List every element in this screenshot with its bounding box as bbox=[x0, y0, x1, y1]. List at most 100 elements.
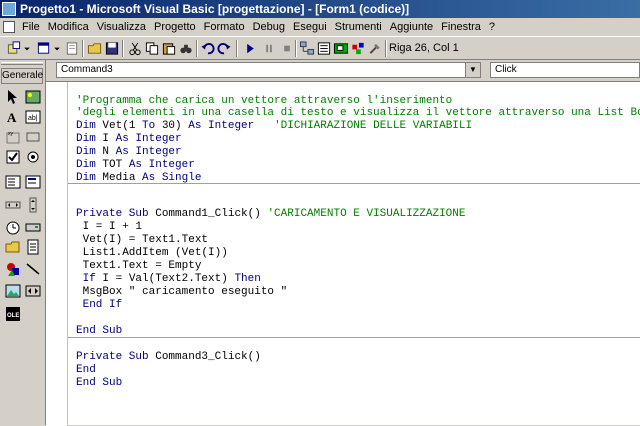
toolbar-separator bbox=[122, 40, 124, 57]
add-project-icon[interactable] bbox=[6, 41, 22, 56]
svg-text:A: A bbox=[7, 110, 17, 125]
toolbox-icon[interactable] bbox=[367, 41, 383, 56]
menu-bar: File Modifica Visualizza Progetto Format… bbox=[0, 18, 640, 36]
menu-esegui[interactable]: Esegui bbox=[289, 18, 331, 36]
toolbar-separator bbox=[295, 40, 297, 57]
textbox-icon[interactable]: ab| bbox=[25, 109, 41, 125]
code-window: Command3 ▼ Click 'Programma che carica u… bbox=[46, 60, 640, 426]
code-window-icon[interactable] bbox=[3, 21, 15, 33]
code-line[interactable]: 'degli elementi in una casella di testo … bbox=[76, 107, 640, 119]
menu-finestra[interactable]: Finestra bbox=[437, 18, 485, 36]
code-line[interactable]: Text1.Text = Empty bbox=[76, 260, 202, 272]
pointer-icon[interactable] bbox=[5, 89, 21, 105]
shape-icon[interactable] bbox=[5, 261, 21, 277]
properties-window-icon[interactable] bbox=[316, 41, 332, 56]
menu-formato[interactable]: Formato bbox=[200, 18, 249, 36]
menu-editor-icon[interactable] bbox=[64, 41, 80, 56]
menu-file[interactable]: File bbox=[18, 18, 44, 36]
code-line[interactable]: End Sub bbox=[76, 377, 122, 389]
copy-icon[interactable] bbox=[144, 41, 160, 56]
toolbox-grip[interactable] bbox=[1, 62, 43, 65]
menu-debug[interactable]: Debug bbox=[249, 18, 289, 36]
chevron-down-icon[interactable]: ▼ bbox=[465, 63, 480, 77]
ole-icon[interactable]: OLE bbox=[5, 306, 21, 322]
toolbox-panel: Generale A ab| xy OLE bbox=[0, 60, 46, 425]
menu-progetto[interactable]: Progetto bbox=[150, 18, 200, 36]
svg-text:ab|: ab| bbox=[28, 115, 38, 122]
code-line[interactable]: 'Programma che carica un vettore attrave… bbox=[76, 95, 452, 107]
data-control-icon[interactable] bbox=[25, 283, 41, 299]
vscrollbar-icon[interactable] bbox=[25, 197, 41, 213]
start-icon[interactable] bbox=[242, 41, 258, 56]
cut-icon[interactable] bbox=[127, 41, 143, 56]
code-line[interactable]: Dim I As Integer bbox=[76, 133, 182, 145]
toolbar-separator bbox=[196, 40, 198, 57]
margin-indicator-bar[interactable] bbox=[46, 82, 68, 426]
code-line[interactable]: Vet(I) = Text1.Text bbox=[76, 234, 208, 246]
app-icon[interactable] bbox=[2, 2, 16, 16]
code-line[interactable]: End If bbox=[76, 299, 123, 311]
optionbutton-icon[interactable] bbox=[25, 149, 41, 165]
toolbar-separator bbox=[236, 40, 238, 57]
object-combo[interactable]: Command3 ▼ bbox=[56, 62, 481, 78]
hscrollbar-icon[interactable] bbox=[5, 197, 21, 213]
undo-icon[interactable] bbox=[200, 41, 216, 56]
code-line[interactable]: MsgBox " caricamento eseguito " bbox=[76, 286, 288, 298]
menu-visualizza[interactable]: Visualizza bbox=[93, 18, 150, 36]
find-icon[interactable] bbox=[178, 41, 194, 56]
code-line[interactable]: Dim N As Integer bbox=[76, 146, 182, 158]
menu-help[interactable]: ? bbox=[485, 18, 499, 36]
line-icon[interactable] bbox=[25, 261, 41, 277]
code-line[interactable]: Dim Vet(1 To 30) As Integer 'DICHIARAZIO… bbox=[76, 120, 472, 132]
redo-icon[interactable] bbox=[216, 41, 232, 56]
procedure-separator bbox=[68, 183, 640, 184]
menu-strumenti[interactable]: Strumenti bbox=[331, 18, 386, 36]
project-explorer-icon[interactable] bbox=[299, 41, 315, 56]
menu-aggiunte[interactable]: Aggiunte bbox=[386, 18, 437, 36]
svg-text:OLE: OLE bbox=[7, 313, 19, 319]
procedure-separator bbox=[68, 337, 640, 338]
timer-icon[interactable] bbox=[5, 219, 21, 235]
picturebox-icon[interactable] bbox=[25, 89, 41, 105]
stop-icon[interactable] bbox=[279, 41, 295, 56]
form-layout-icon[interactable] bbox=[333, 41, 349, 56]
save-project-icon[interactable] bbox=[104, 41, 120, 56]
code-line[interactable]: Private Sub Command3_Click() bbox=[76, 351, 261, 363]
listbox-icon[interactable] bbox=[25, 174, 41, 190]
code-line[interactable]: If I = Val(Text2.Text) Then bbox=[76, 273, 261, 285]
combobox-icon[interactable] bbox=[5, 174, 21, 190]
open-project-icon[interactable] bbox=[87, 41, 103, 56]
toolbar-separator bbox=[385, 40, 387, 57]
code-line[interactable]: I = I + 1 bbox=[76, 221, 142, 233]
procedure-combo[interactable]: Click bbox=[490, 62, 640, 78]
object-combo-value: Command3 bbox=[61, 64, 113, 75]
checkbox-icon[interactable] bbox=[5, 149, 21, 165]
label-icon[interactable]: A bbox=[5, 109, 21, 125]
menu-modifica[interactable]: Modifica bbox=[44, 18, 93, 36]
pause-icon[interactable] bbox=[261, 41, 277, 56]
code-line[interactable]: List1.AddItem (Vet(I)) bbox=[76, 247, 228, 259]
toolbox-tab-generale[interactable]: Generale bbox=[1, 68, 43, 84]
title-bar[interactable]: Progetto1 - Microsoft Visual Basic [prog… bbox=[0, 0, 640, 18]
add-form-icon[interactable] bbox=[36, 41, 52, 56]
code-line[interactable]: End bbox=[76, 364, 96, 376]
object-browser-icon[interactable] bbox=[350, 41, 366, 56]
code-line[interactable]: Dim TOT As Integer bbox=[76, 159, 195, 171]
standard-toolbar: Riga 26, Col 1 bbox=[0, 36, 640, 60]
code-line[interactable]: End Sub bbox=[76, 325, 122, 337]
paste-icon[interactable] bbox=[161, 41, 177, 56]
frame-icon[interactable]: xy bbox=[5, 129, 21, 145]
cursor-position: Riga 26, Col 1 bbox=[389, 42, 459, 54]
window-title: Progetto1 - Microsoft Visual Basic [prog… bbox=[20, 2, 410, 16]
filelistbox-icon[interactable] bbox=[25, 239, 41, 255]
procedure-combo-value: Click bbox=[495, 64, 517, 75]
commandbutton-icon[interactable] bbox=[25, 129, 41, 145]
add-form-dropdown-icon[interactable] bbox=[53, 41, 61, 56]
dirlistbox-icon[interactable] bbox=[5, 239, 21, 255]
add-project-dropdown-icon[interactable] bbox=[23, 41, 31, 56]
image-icon[interactable] bbox=[5, 283, 21, 299]
code-line[interactable]: Private Sub Command1_Click() 'CARICAMENT… bbox=[76, 208, 466, 220]
drivelistbox-icon[interactable] bbox=[25, 219, 41, 235]
toolbar-separator bbox=[82, 40, 84, 57]
code-editor[interactable]: 'Programma che carica un vettore attrave… bbox=[46, 81, 640, 426]
